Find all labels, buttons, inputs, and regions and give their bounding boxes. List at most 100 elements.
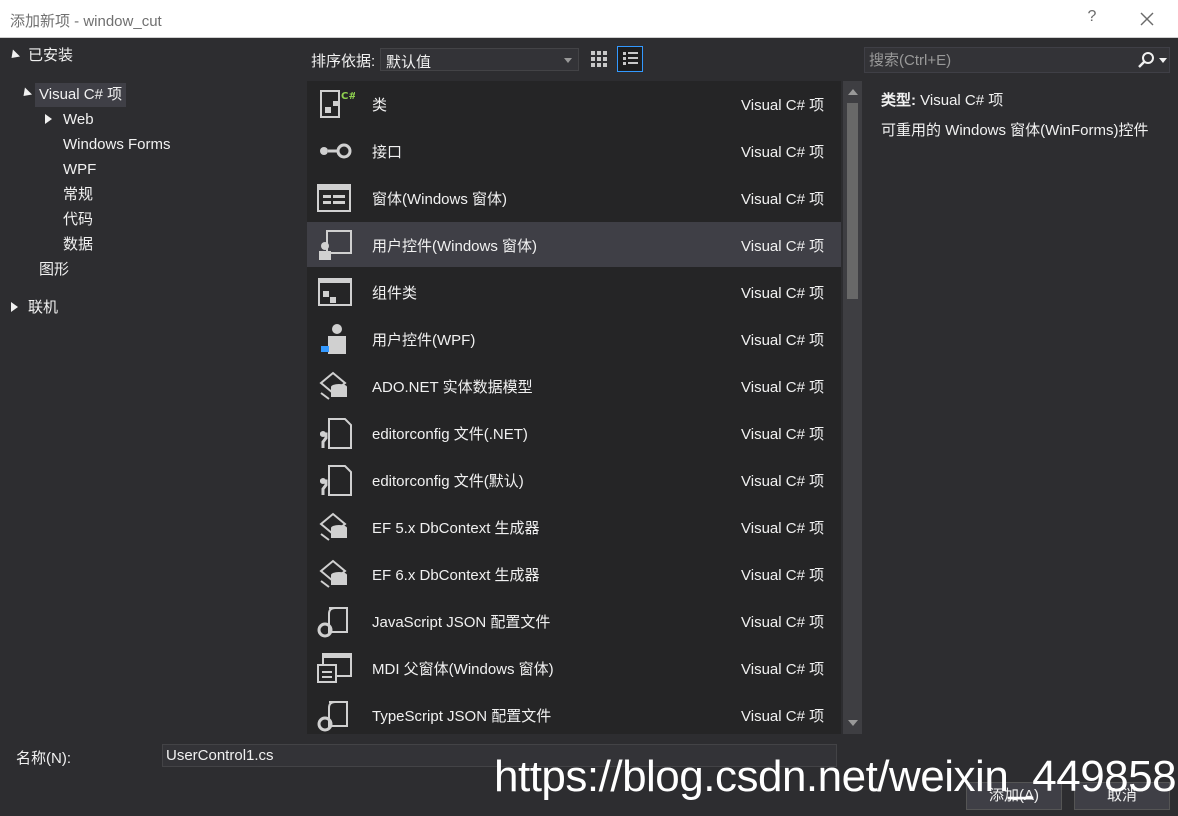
template-item-type: Visual C# 项 [741,708,825,725]
template-list-item[interactable]: EF 6.x DbContext 生成器 Visual C# 项 [307,551,841,596]
scroll-thumb[interactable] [847,103,858,299]
template-item-type: Visual C# 项 [741,473,825,490]
svg-text:C#: C# [341,91,355,102]
tree-item-web[interactable]: Web [63,108,94,132]
template-item-name: 窗体(Windows 窗体) [372,191,508,208]
template-item-name: ADO.NET 实体数据模型 [372,379,533,396]
entity-model-icon [319,371,347,400]
template-list-item[interactable]: ADO.NET 实体数据模型 Visual C# 项 [307,363,841,408]
component-icon [318,278,352,306]
list-view-button[interactable] [617,46,643,72]
template-item-type: Visual C# 项 [741,567,825,584]
collapsed-arrow-icon[interactable] [11,302,18,312]
category-tree: 已安装 Visual C# 项 Web Windows Forms WPF 常规… [0,38,300,736]
json-file-icon [317,701,348,732]
search-icon[interactable] [1135,50,1157,70]
sort-value: 默认值 [386,54,432,71]
template-item-name: 用户控件(WPF) [372,332,476,349]
item-list: C#类Visual C# 项接口Visual C# 项窗体(Windows 窗体… [307,81,841,734]
close-icon [1140,12,1154,26]
sort-label: 排序依据: [311,53,376,70]
class-icon: C# [320,90,355,118]
close-button[interactable] [1128,2,1166,36]
config-file-icon [320,418,352,449]
details-description: 可重用的 Windows 窗体(WinForms)控件 [881,122,1149,139]
tree-item-general[interactable]: 常规 [63,183,93,207]
template-list-item[interactable]: 组件类 Visual C# 项 [307,269,841,314]
sort-dropdown[interactable]: 默认值 [380,48,579,71]
collapsed-arrow-icon[interactable] [45,114,52,124]
template-list-item[interactable]: editorconfig 文件(默认) Visual C# 项 [307,457,841,502]
details-type-value: Visual C# 项 [920,92,1004,109]
template-item-type: Visual C# 项 [741,379,825,396]
tree-item-windows-forms[interactable]: Windows Forms [63,133,171,157]
list-view-icon [623,52,638,65]
template-item-name: 用户控件(Windows 窗体) [372,238,538,255]
chevron-down-icon [564,58,572,63]
template-item-name: 接口 [372,144,403,161]
template-item-type: Visual C# 项 [741,661,825,678]
template-list-item[interactable]: C# 类 Visual C# 项 [307,81,841,126]
template-list-item[interactable]: 窗体(Windows 窗体) Visual C# 项 [307,175,841,220]
ef-generator-icon [319,512,347,541]
tree-item-visual-csharp[interactable]: Visual C# 项 [35,83,127,107]
tree-item-code[interactable]: 代码 [63,208,93,232]
template-item-type: Visual C# 项 [741,332,825,349]
details-type-label: 类型: [881,92,916,109]
template-list-item[interactable]: 用户控件(Windows 窗体) Visual C# 项 [307,222,841,267]
user-control-icon [319,230,352,260]
template-list-item[interactable]: EF 5.x DbContext 生成器 Visual C# 项 [307,504,841,549]
json-file-icon [317,607,348,638]
tree-item-data[interactable]: 数据 [63,233,93,257]
template-list-item[interactable]: editorconfig 文件(.NET) Visual C# 项 [307,410,841,455]
template-item-name: JavaScript JSON 配置文件 [372,614,551,631]
template-item-type: Visual C# 项 [741,191,825,208]
search-box[interactable] [864,47,1170,73]
template-item-type: Visual C# 项 [741,97,825,114]
template-list-item[interactable]: 接口 Visual C# 项 [307,128,841,173]
expanded-arrow-icon[interactable] [7,49,21,62]
scroll-up-icon[interactable] [848,89,858,95]
mdi-form-icon [317,653,352,683]
scroll-down-icon[interactable] [848,720,858,726]
config-file-icon [320,465,352,496]
search-input[interactable] [869,50,1131,70]
template-item-type: Visual C# 项 [741,520,825,537]
search-options-icon[interactable] [1159,58,1167,63]
template-item-name: EF 6.x DbContext 生成器 [372,567,540,584]
details-panel: 类型: Visual C# 项 可重用的 Windows 窗体(WinForms… [864,81,1170,734]
list-scrollbar[interactable] [843,81,862,734]
template-item-type: Visual C# 项 [741,238,825,255]
form-icon [317,184,351,212]
grid-view-icon [591,51,607,67]
template-item-name: EF 5.x DbContext 生成器 [372,520,540,537]
template-item-name: MDI 父窗体(Windows 窗体) [372,661,554,678]
template-list-item[interactable]: 用户控件(WPF) Visual C# 项 [307,316,841,361]
ef-generator-icon [319,559,347,588]
template-list-item[interactable]: TypeScript JSON 配置文件 Visual C# 项 [307,692,841,734]
tree-item-wpf[interactable]: WPF [63,158,96,182]
template-item-name: TypeScript JSON 配置文件 [372,708,552,725]
template-item-name: editorconfig 文件(.NET) [372,426,528,443]
tree-item-online[interactable]: 联机 [28,296,58,320]
watermark-text: https://blog.csdn.net/weixin_44985880 [494,752,1178,801]
details-type: 类型: Visual C# 项 [881,89,1003,110]
tree-item-installed[interactable]: 已安装 [28,44,73,68]
template-list-item[interactable]: JavaScript JSON 配置文件 Visual C# 项 [307,598,841,643]
name-label: 名称(N): [16,750,71,767]
grid-view-button[interactable] [588,47,610,71]
title-bar: 添加新项 - window_cut ? [0,0,1178,38]
template-item-name: editorconfig 文件(默认) [372,473,524,490]
expanded-arrow-icon[interactable] [19,87,33,100]
template-item-type: Visual C# 项 [741,285,825,302]
template-item-name: 组件类 [372,285,418,302]
help-button[interactable]: ? [1082,8,1102,26]
template-list-item[interactable]: MDI 父窗体(Windows 窗体) Visual C# 项 [307,645,841,690]
tree-item-graphics[interactable]: 图形 [39,258,69,282]
interface-icon [320,143,352,159]
template-item-name: 类 [372,97,388,114]
window-title: 添加新项 - window_cut [10,13,162,30]
template-item-type: Visual C# 项 [741,426,825,443]
template-item-type: Visual C# 项 [741,144,825,161]
wpf-user-control-icon [321,324,346,354]
